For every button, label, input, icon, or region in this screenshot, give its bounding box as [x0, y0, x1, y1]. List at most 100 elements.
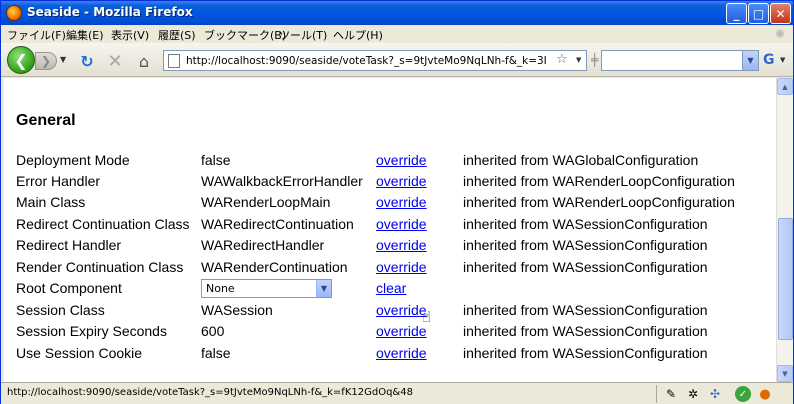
config-row: Root Component None ▼ clear — [4, 278, 776, 299]
menu-tools[interactable]: ツール(T) — [279, 27, 327, 43]
setting-name: Redirect Continuation Class — [16, 216, 190, 232]
network-icon[interactable]: ✣ — [707, 386, 723, 402]
page-icon — [168, 54, 180, 68]
config-row: Session Class WASession override inherit… — [4, 300, 776, 321]
address-bar[interactable]: ☆ ▼ — [163, 50, 587, 71]
menu-bar: ファイル(F) 編集(E) 表示(V) 履歴(S) ブックマーク(B) ツール(… — [1, 25, 793, 43]
window-title: Seaside - Mozilla Firefox — [27, 5, 193, 19]
setting-source: inherited from WASessionConfiguration — [463, 302, 708, 318]
clear-link[interactable]: clear — [376, 280, 406, 296]
status-bar: http://localhost:9090/seaside/voteTask?_… — [1, 382, 793, 404]
setting-name: Main Class — [16, 194, 86, 210]
setting-source: inherited from WARenderLoopConfiguration — [463, 194, 735, 210]
navigation-toolbar: ❮ ❯ ▼ ↻ ✕ ⌂ ☆ ▼ ╪ ▼ G ▼ — [1, 43, 793, 77]
setting-name: Session Expiry Seconds — [16, 323, 167, 339]
setting-name: Error Handler — [16, 173, 101, 189]
title-bar: Seaside - Mozilla Firefox _ □ ✕ — [1, 1, 793, 25]
reload-icon[interactable]: ↻ — [77, 51, 97, 71]
url-dropdown-icon[interactable]: ▼ — [576, 56, 581, 64]
setting-value: 600 — [201, 323, 225, 339]
google-icon[interactable]: G — [763, 52, 775, 68]
setting-name: Session Class — [16, 302, 105, 318]
setting-name: Root Component — [16, 280, 122, 296]
forward-arrow-icon: ❯ — [40, 54, 52, 68]
setting-value: WARenderLoopMain — [201, 194, 331, 210]
override-link[interactable]: override — [376, 237, 427, 253]
setting-source: inherited from WARenderLoopConfiguration — [463, 173, 735, 189]
firefox-icon — [6, 5, 22, 21]
config-row: Main Class WARenderLoopMain override inh… — [4, 192, 776, 213]
page-content: General Deployment Mode false override i… — [4, 78, 776, 382]
status-divider — [656, 385, 657, 403]
config-row: Deployment Mode false override inherited… — [4, 150, 776, 171]
config-row: Redirect Handler WARedirectHandler overr… — [4, 235, 776, 256]
setting-source: inherited from WAGlobalConfiguration — [463, 152, 699, 168]
toolbar-grip-icon: ╪ — [591, 53, 599, 67]
menu-edit[interactable]: 編集(E) — [66, 27, 104, 43]
setting-name: Use Session Cookie — [16, 345, 143, 361]
addon-icon[interactable]: ● — [757, 386, 773, 402]
override-link[interactable]: override — [376, 216, 427, 232]
gear-icon[interactable]: ✲ — [685, 386, 701, 402]
menu-history[interactable]: 履歴(S) — [158, 27, 196, 43]
setting-name: Deployment Mode — [16, 152, 130, 168]
setting-source: inherited from WASessionConfiguration — [463, 323, 708, 339]
bookmark-star-icon[interactable]: ☆ — [556, 52, 568, 67]
menu-bookmarks[interactable]: ブックマーク(B) — [204, 27, 286, 43]
root-component-select[interactable]: None ▼ — [201, 279, 332, 298]
forward-button[interactable]: ❯ — [35, 52, 57, 70]
browser-window: Seaside - Mozilla Firefox _ □ ✕ ファイル(F) … — [0, 0, 794, 404]
history-dropdown-icon[interactable]: ▼ — [60, 55, 66, 64]
scroll-thumb[interactable] — [778, 218, 793, 340]
back-button[interactable]: ❮ — [7, 46, 35, 74]
override-link[interactable]: override — [376, 173, 427, 189]
close-button[interactable]: ✕ — [770, 3, 791, 24]
override-link[interactable]: override — [376, 259, 427, 275]
hand-cursor-icon: ☝ — [422, 308, 432, 326]
stop-icon[interactable]: ✕ — [105, 51, 125, 72]
config-row: Error Handler WAWalkbackErrorHandler ove… — [4, 171, 776, 192]
search-input[interactable] — [604, 52, 738, 69]
check-icon[interactable]: ✓ — [735, 386, 751, 402]
setting-value: WARedirectHandler — [201, 237, 325, 253]
setting-value: false — [201, 345, 231, 361]
setting-value: WARedirectContinuation — [201, 216, 354, 232]
setting-source: inherited from WASessionConfiguration — [463, 345, 708, 361]
setting-value: WARenderContinuation — [201, 259, 348, 275]
config-row: Render Continuation Class WARenderContin… — [4, 257, 776, 278]
scroll-up-icon[interactable]: ▲ — [777, 78, 793, 95]
setting-value: false — [201, 152, 231, 168]
search-box[interactable]: ▼ — [601, 50, 759, 71]
setting-source: inherited from WASessionConfiguration — [463, 237, 708, 253]
maximize-button[interactable]: □ — [748, 3, 769, 24]
select-value: None — [206, 282, 235, 295]
override-link[interactable]: override — [376, 323, 427, 339]
home-icon[interactable]: ⌂ — [134, 51, 154, 71]
section-title: General — [16, 112, 76, 129]
search-dropdown-icon[interactable]: ▼ — [742, 51, 758, 70]
menu-file[interactable]: ファイル(F) — [7, 27, 66, 43]
override-link[interactable]: override — [376, 302, 427, 318]
url-input[interactable] — [186, 52, 546, 69]
setting-source: inherited from WASessionConfiguration — [463, 216, 708, 232]
setting-value: WASession — [201, 302, 273, 318]
scroll-down-icon[interactable]: ▼ — [777, 365, 793, 382]
setting-name: Redirect Handler — [16, 237, 122, 253]
setting-value: WAWalkbackErrorHandler — [201, 173, 363, 189]
config-row: Use Session Cookie false override inheri… — [4, 343, 776, 364]
status-url: http://localhost:9090/seaside/voteTask?_… — [7, 387, 413, 398]
vertical-scrollbar[interactable]: ▲ ▼ — [776, 78, 793, 382]
pencil-icon[interactable]: ✎ — [663, 386, 679, 402]
minimize-button[interactable]: _ — [726, 3, 747, 24]
chevron-down-icon[interactable]: ▼ — [316, 280, 331, 297]
search-engine-dropdown-icon[interactable]: ▼ — [780, 56, 785, 64]
override-link[interactable]: override — [376, 194, 427, 210]
config-row: Session Expiry Seconds 600 override inhe… — [4, 321, 776, 342]
menu-view[interactable]: 表示(V) — [111, 27, 149, 43]
menu-help[interactable]: ヘルプ(H) — [333, 27, 383, 43]
override-link[interactable]: override — [376, 345, 427, 361]
override-link[interactable]: override — [376, 152, 427, 168]
throbber-icon: ✺ — [775, 27, 786, 41]
setting-source: inherited from WASessionConfiguration — [463, 259, 708, 275]
back-arrow-icon: ❮ — [14, 50, 28, 70]
